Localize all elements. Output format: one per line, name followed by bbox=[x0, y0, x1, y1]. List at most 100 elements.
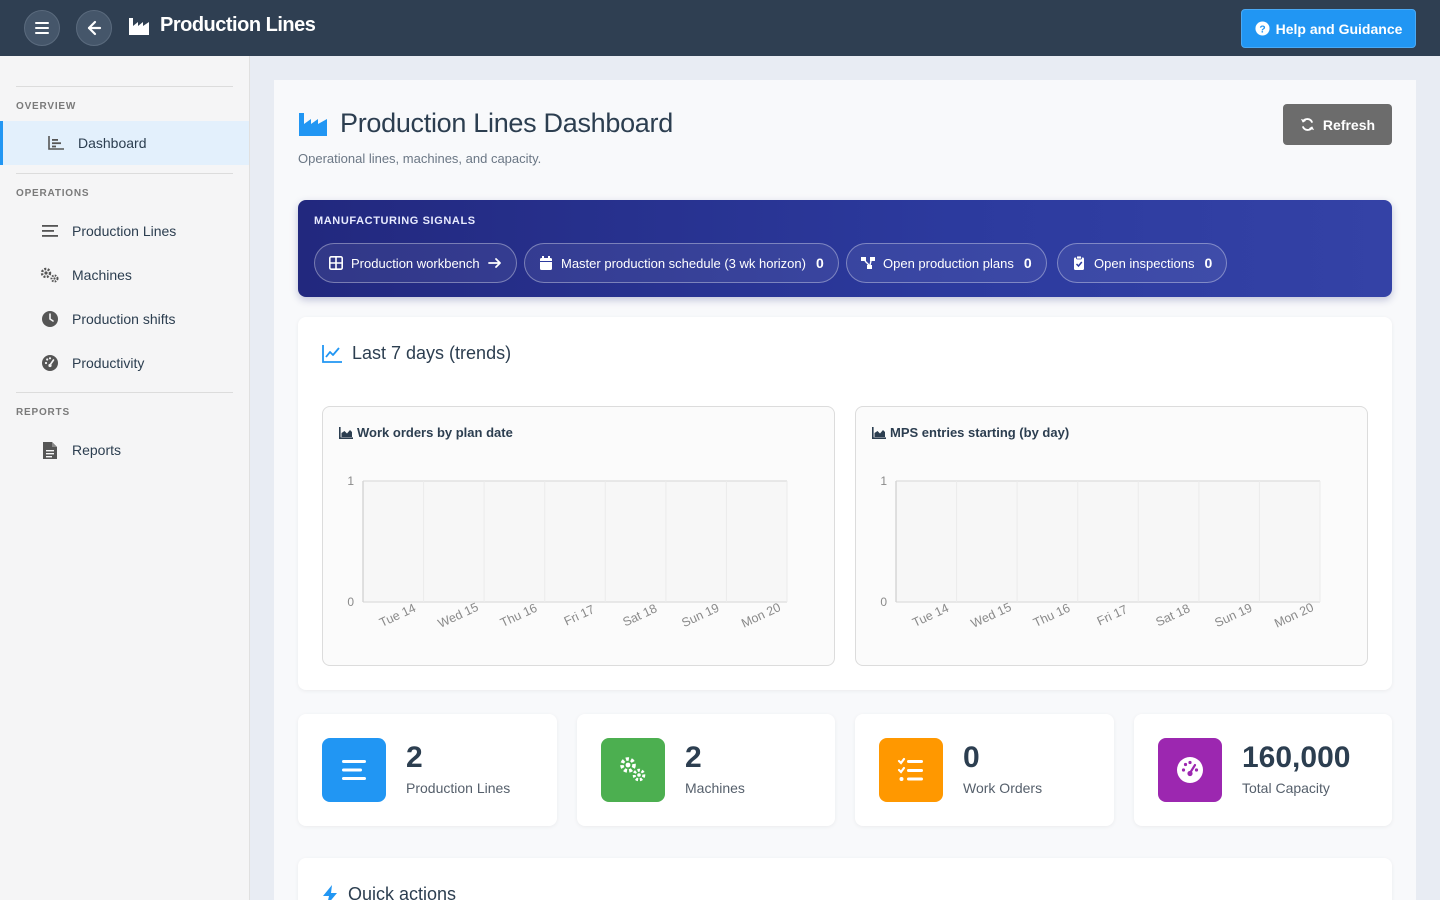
question-circle-icon: ? bbox=[1255, 21, 1270, 36]
page-title-text: Production Lines Dashboard bbox=[340, 108, 673, 138]
stat-label: Total Capacity bbox=[1242, 780, 1330, 796]
sidebar-section-reports: REPORTS bbox=[16, 407, 70, 418]
chip-label: Master production schedule (3 wk horizon… bbox=[561, 255, 806, 271]
chart-plot-work-orders: 0 1 Tue 14 Wed 15 Thu 16 Fri 17 Sat 18 Sun 19 Mo… bbox=[347, 474, 788, 631]
sidebar-item-productivity[interactable]: Productivity bbox=[0, 341, 249, 385]
x-tick-label: Sun 19 bbox=[1213, 601, 1255, 630]
help-guidance-button[interactable]: ? Help and Guidance bbox=[1241, 9, 1416, 48]
industry-icon bbox=[299, 112, 327, 136]
gauge-icon bbox=[40, 353, 60, 373]
x-tick-label: Sun 19 bbox=[680, 601, 722, 630]
top-bar: Production Lines ? Help and Guidance bbox=[0, 0, 1440, 56]
y-tick-label: 0 bbox=[347, 595, 354, 609]
main-content: Production Lines Dashboard Operational l… bbox=[274, 80, 1416, 900]
app-title: Production Lines bbox=[128, 14, 316, 37]
refresh-label: Refresh bbox=[1322, 116, 1376, 133]
chip-count: 0 bbox=[815, 255, 824, 271]
sidebar-item-dashboard[interactable]: Dashboard bbox=[0, 121, 249, 165]
tasks-icon bbox=[897, 757, 923, 781]
gauge-icon bbox=[1177, 757, 1203, 783]
sidebar-section-overview: OVERVIEW bbox=[16, 101, 77, 112]
sitemap-icon bbox=[861, 257, 875, 269]
hamburger-icon bbox=[35, 22, 49, 34]
sidebar-item-reports[interactable]: Reports bbox=[0, 428, 249, 472]
lines-icon bbox=[342, 760, 366, 780]
page-title: Production Lines Dashboard bbox=[298, 108, 673, 139]
quick-actions-panel: Quick actions bbox=[298, 858, 1392, 900]
page-subtitle: Operational lines, machines, and capacit… bbox=[298, 151, 542, 166]
trends-panel: Last 7 days (trends) Work orders by plan… bbox=[298, 317, 1392, 690]
chip-label: Open production plans bbox=[883, 255, 1014, 271]
stat-label: Production Lines bbox=[406, 780, 511, 796]
chart-card-mps-entries: MPS entries starting (by day) 0 1 Tue 14 We… bbox=[855, 406, 1368, 666]
refresh-button[interactable]: Refresh bbox=[1283, 104, 1392, 145]
grid-icon bbox=[329, 256, 343, 270]
x-tick-label: Thu 16 bbox=[498, 601, 539, 630]
sidebar-section-operations: OPERATIONS bbox=[16, 188, 90, 199]
x-tick-label: Tue 14 bbox=[377, 601, 418, 630]
document-icon bbox=[40, 440, 60, 460]
help-guidance-label: Help and Guidance bbox=[1275, 20, 1403, 37]
sidebar: OVERVIEW Dashboard OPERATIONS Production… bbox=[0, 56, 250, 900]
clock-icon bbox=[40, 309, 60, 329]
x-tick-label: Tue 14 bbox=[910, 601, 951, 630]
stat-tile bbox=[879, 738, 943, 802]
sidebar-item-label: Productivity bbox=[72, 355, 145, 371]
stat-value: 0 bbox=[963, 741, 980, 774]
menu-button[interactable] bbox=[24, 10, 60, 46]
x-tick-label: Fri 17 bbox=[1095, 602, 1130, 628]
x-tick-label: Thu 16 bbox=[1031, 601, 1072, 630]
bolt-icon bbox=[323, 884, 337, 900]
calendar-icon bbox=[540, 256, 552, 270]
y-tick-label: 1 bbox=[880, 474, 887, 488]
chart-card-work-orders: Work orders by plan date 0 1 Tue 14 Wed 15 T… bbox=[322, 406, 835, 666]
plot-area bbox=[896, 481, 1320, 602]
sidebar-item-production-lines[interactable]: Production Lines bbox=[0, 209, 249, 253]
sidebar-item-label: Production Lines bbox=[72, 223, 177, 239]
line-chart-icon bbox=[322, 344, 342, 363]
stat-card-total-capacity[interactable]: 160,000 Total Capacity bbox=[1134, 714, 1392, 826]
stat-card-machines[interactable]: 2 Machines bbox=[577, 714, 835, 826]
chip-count: 0 bbox=[1204, 255, 1213, 271]
chip-open-inspections[interactable]: Open inspections 0 bbox=[1057, 243, 1228, 283]
chip-master-production-schedule[interactable]: Master production schedule (3 wk horizon… bbox=[524, 243, 839, 283]
stat-value: 2 bbox=[406, 741, 423, 774]
x-tick-label: Fri 17 bbox=[562, 602, 597, 628]
x-tick-label: Wed 15 bbox=[969, 600, 1014, 631]
cogs-icon bbox=[620, 757, 646, 782]
industry-icon bbox=[129, 17, 149, 35]
trends-title-text: Last 7 days (trends) bbox=[352, 343, 512, 363]
stat-tile bbox=[601, 738, 665, 802]
chart-bar-icon bbox=[46, 133, 66, 153]
back-button[interactable] bbox=[76, 10, 112, 46]
chip-label: Open inspections bbox=[1094, 255, 1195, 271]
stat-tile bbox=[1158, 738, 1222, 802]
signals-title: MANUFACTURING SIGNALS bbox=[314, 215, 476, 227]
manufacturing-signals-panel: MANUFACTURING SIGNALS Production workben… bbox=[298, 200, 1392, 297]
stat-card-production-lines[interactable]: 2 Production Lines bbox=[298, 714, 557, 826]
quick-actions-title-text: Quick actions bbox=[348, 884, 457, 900]
chip-count: 0 bbox=[1023, 255, 1032, 271]
sidebar-item-label: Dashboard bbox=[78, 135, 147, 151]
arrow-right-icon bbox=[487, 258, 501, 268]
chip-label: Production workbench bbox=[351, 255, 480, 271]
chip-production-workbench[interactable]: Production workbench bbox=[314, 243, 517, 283]
cogs-icon bbox=[40, 265, 60, 285]
chart-plot-mps-entries: 0 1 Tue 14 Wed 15 Thu 16 Fri 17 Sat 18 Sun 19 Mo… bbox=[880, 474, 1321, 631]
quick-actions-title: Quick actions bbox=[322, 884, 456, 900]
sidebar-divider bbox=[16, 173, 233, 174]
stat-value: 2 bbox=[685, 741, 702, 774]
y-tick-label: 0 bbox=[880, 595, 887, 609]
x-tick-label: Sat 18 bbox=[621, 601, 660, 629]
sidebar-item-label: Production shifts bbox=[72, 311, 176, 327]
stat-label: Work Orders bbox=[963, 780, 1043, 796]
plot-area bbox=[363, 481, 787, 602]
trends-title: Last 7 days (trends) bbox=[322, 343, 511, 364]
sidebar-item-production-shifts[interactable]: Production shifts bbox=[0, 297, 249, 341]
sidebar-item-machines[interactable]: Machines bbox=[0, 253, 249, 297]
chip-open-production-plans[interactable]: Open production plans 0 bbox=[846, 243, 1047, 283]
sidebar-item-label: Reports bbox=[72, 442, 122, 458]
lines-icon bbox=[40, 221, 60, 241]
stat-card-work-orders[interactable]: 0 Work Orders bbox=[855, 714, 1114, 826]
y-tick-label: 1 bbox=[347, 474, 354, 488]
